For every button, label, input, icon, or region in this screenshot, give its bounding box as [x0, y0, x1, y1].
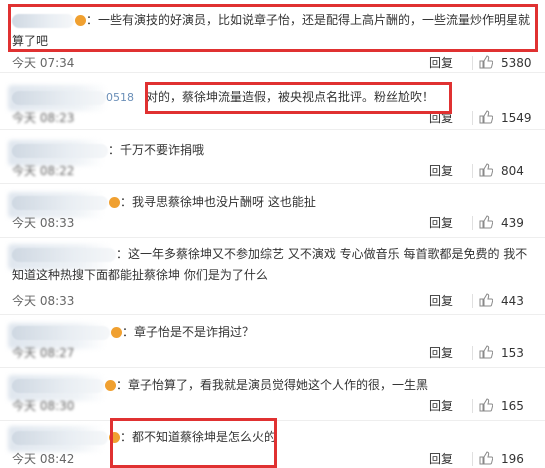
verified-badge-icon	[105, 380, 116, 391]
comment-body: ：这一年多蔡徐坤又不参加综艺 又不演戏 专心做音乐 每首歌都是免费的 我不知道这…	[12, 244, 531, 286]
like-count: 196	[501, 452, 524, 466]
comment-item: ：一些有演技的好演员，比如说章子怡，还是配得上高片酬的，一些流量炒作明星就算了吧…	[0, 0, 545, 73]
like-count: 443	[501, 294, 524, 308]
verified-badge-icon	[111, 327, 122, 338]
comment-text: ：章子怡是不是诈捐过？	[122, 325, 255, 339]
like-count: 439	[501, 216, 524, 230]
comment-item: ：千万不要诈捐哦 今天 08:22 回复 804	[0, 130, 545, 184]
comment-item: 0518 对的，蔡徐坤流量造假，被央视点名批评。粉丝尬吹！ 今天 08:23 回复…	[0, 73, 545, 130]
comment-item: ：章子怡算了，看我就是演员觉得她这个人作的很，一生黑 今天 08:30 回复 1…	[0, 368, 545, 421]
comment-text: 对的，蔡徐坤流量造假，被央视点名批评。粉丝尬吹！	[146, 90, 435, 104]
like-button[interactable]: 443	[479, 293, 524, 309]
thumbs-up-icon	[479, 55, 493, 69]
verified-badge-icon	[109, 432, 120, 443]
comment-text: ：章子怡算了，看我就是演员觉得她这个人作的很，一生黑	[116, 378, 429, 392]
thumbs-up-icon	[479, 345, 493, 359]
reply-button[interactable]: 回复	[429, 345, 453, 361]
timestamp: 今天 08:22	[12, 164, 75, 178]
username[interactable]	[12, 143, 108, 158]
verified-badge-icon	[109, 197, 120, 208]
comment-meta: 今天 08:30 回复 165	[12, 398, 537, 414]
like-button[interactable]: 1549	[479, 110, 532, 126]
timestamp: 今天 07:34	[12, 56, 75, 70]
thumbs-up-icon	[479, 293, 493, 307]
like-count: 165	[501, 399, 524, 413]
username[interactable]	[12, 247, 116, 262]
comment-text: ：我寻思蔡徐坤也没片酬呀 这也能扯	[120, 195, 316, 209]
comment-text: ：一些有演技的好演员，比如说章子怡，还是配得上高片酬的，一些流量炒作明星就算了吧	[12, 13, 531, 48]
comment-meta: 今天 08:23 回复 1549	[12, 110, 537, 126]
reply-button[interactable]: 回复	[429, 163, 453, 179]
username[interactable]	[12, 90, 106, 105]
comment-meta: 今天 08:27 回复 153	[12, 345, 537, 361]
like-button[interactable]: 196	[479, 451, 524, 467]
timestamp: 今天 08:42	[12, 452, 75, 466]
like-button[interactable]: 439	[479, 215, 524, 231]
like-button[interactable]: 165	[479, 398, 524, 414]
like-button[interactable]: 804	[479, 163, 524, 179]
like-count: 5380	[501, 56, 532, 70]
like-count: 153	[501, 346, 524, 360]
divider	[472, 164, 473, 178]
username-suffix[interactable]: 0518	[106, 91, 134, 104]
comment-item: ：都不知道蔡徐坤是怎么火的 今天 08:42 回复 196	[0, 421, 545, 468]
username[interactable]	[12, 195, 108, 210]
username[interactable]	[12, 325, 110, 340]
comment-body: ：我寻思蔡徐坤也没片酬呀 这也能扯	[12, 192, 537, 213]
divider	[472, 346, 473, 360]
divider	[472, 399, 473, 413]
comment-body: ：章子怡是不是诈捐过？	[12, 322, 537, 343]
reply-button[interactable]: 回复	[429, 451, 453, 467]
reply-button[interactable]: 回复	[429, 55, 453, 71]
comment-text: ：千万不要诈捐哦	[108, 143, 205, 157]
divider	[472, 452, 473, 466]
reply-button[interactable]: 回复	[429, 110, 453, 126]
comment-meta: 今天 07:34 回复 5380	[12, 55, 537, 71]
divider	[472, 111, 473, 125]
reply-button[interactable]: 回复	[429, 398, 453, 414]
username[interactable]	[12, 378, 104, 393]
timestamp: 今天 08:23	[12, 111, 75, 125]
comment-feed: ：一些有演技的好演员，比如说章子怡，还是配得上高片酬的，一些流量炒作明星就算了吧…	[0, 0, 545, 468]
divider	[472, 56, 473, 70]
reply-button[interactable]: 回复	[429, 293, 453, 309]
comment-body: ：都不知道蔡徐坤是怎么火的	[12, 427, 537, 448]
reply-button[interactable]: 回复	[429, 215, 453, 231]
comment-item: ：这一年多蔡徐坤又不参加综艺 又不演戏 专心做音乐 每首歌都是免费的 我不知道这…	[0, 238, 545, 315]
comment-item: ：我寻思蔡徐坤也没片酬呀 这也能扯 今天 08:33 回复 439	[0, 184, 545, 238]
comment-meta: 今天 08:33 回复 439	[12, 215, 537, 231]
like-button[interactable]: 5380	[479, 55, 532, 71]
like-count: 1549	[501, 111, 532, 125]
timestamp: 今天 08:27	[12, 346, 75, 360]
thumbs-up-icon	[479, 451, 493, 465]
verified-badge-icon	[75, 15, 86, 26]
divider	[472, 294, 473, 308]
thumbs-up-icon	[479, 163, 493, 177]
comment-meta: 今天 08:22 回复 804	[12, 163, 537, 179]
thumbs-up-icon	[479, 215, 493, 229]
divider	[472, 216, 473, 230]
comment-meta: 今天 08:42 回复 196	[12, 451, 537, 467]
timestamp: 今天 08:33	[12, 294, 75, 308]
like-count: 804	[501, 164, 524, 178]
comment-item: ：章子怡是不是诈捐过？ 今天 08:27 回复 153	[0, 315, 545, 368]
comment-body: ：一些有演技的好演员，比如说章子怡，还是配得上高片酬的，一些流量炒作明星就算了吧	[12, 10, 537, 52]
like-button[interactable]: 153	[479, 345, 524, 361]
comment-text: ：都不知道蔡徐坤是怎么火的	[120, 430, 277, 444]
comment-body: ：千万不要诈捐哦	[12, 140, 537, 161]
comment-meta: 今天 08:33 回复 443	[12, 293, 537, 309]
thumbs-up-icon	[479, 398, 493, 412]
comment-body: 0518 对的，蔡徐坤流量造假，被央视点名批评。粉丝尬吹！	[12, 87, 537, 108]
timestamp: 今天 08:30	[12, 399, 75, 413]
thumbs-up-icon	[479, 110, 493, 124]
username[interactable]	[12, 13, 74, 28]
comment-body: ：章子怡算了，看我就是演员觉得她这个人作的很，一生黑	[12, 375, 537, 396]
username[interactable]	[12, 430, 108, 445]
timestamp: 今天 08:33	[12, 216, 75, 230]
